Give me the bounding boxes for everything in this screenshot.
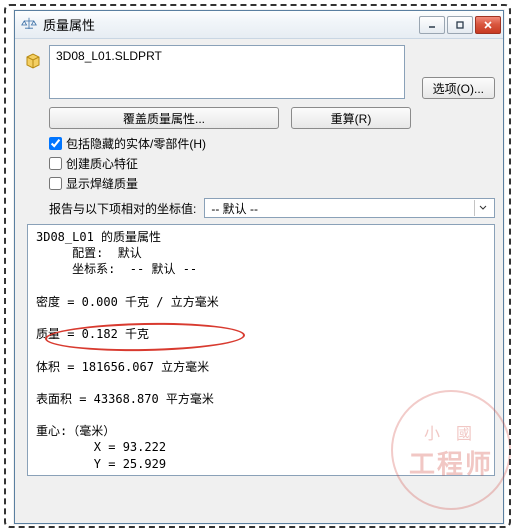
out-config: 配置: 默认 bbox=[36, 246, 142, 260]
show-weld-label: 显示焊缝质量 bbox=[66, 175, 138, 192]
maximize-button[interactable] bbox=[447, 16, 473, 34]
create-com-label: 创建质心特征 bbox=[66, 155, 138, 172]
balance-scale-icon bbox=[21, 17, 37, 33]
out-volume: 体积 = 181656.067 立方毫米 bbox=[36, 360, 209, 374]
out-cy: Y = 25.929 bbox=[36, 457, 166, 471]
selected-file-name: 3D08_L01.SLDPRT bbox=[56, 49, 162, 63]
include-hidden-checkbox-row[interactable]: 包括隐藏的实体/零部件(H) bbox=[49, 135, 495, 152]
recalculate-button[interactable]: 重算(R) bbox=[291, 107, 411, 129]
include-hidden-checkbox[interactable] bbox=[49, 137, 62, 150]
coord-system-dropdown[interactable]: -- 默认 -- bbox=[204, 198, 495, 218]
include-hidden-label: 包括隐藏的实体/零部件(H) bbox=[66, 135, 206, 152]
client-area: 3D08_L01.SLDPRT 选项(O)... 覆盖质量属性... 重算(R)… bbox=[15, 39, 503, 523]
out-surface: 表面积 = 43368.870 平方毫米 bbox=[36, 392, 214, 406]
out-cz: Z = 0.000 bbox=[36, 473, 159, 476]
coord-system-selected: -- 默认 -- bbox=[211, 200, 258, 217]
mass-properties-window: 质量属性 3D08_L01.SLDPRT 选项(O)... 覆盖质量属性... … bbox=[14, 10, 504, 524]
out-centroid-h: 重心:（毫米） bbox=[36, 424, 115, 438]
show-weld-checkbox[interactable] bbox=[49, 177, 62, 190]
create-com-checkbox[interactable] bbox=[49, 157, 62, 170]
out-header: 3D08_L01 的质量属性 bbox=[36, 230, 161, 244]
close-button[interactable] bbox=[475, 16, 501, 34]
override-mass-props-button[interactable]: 覆盖质量属性... bbox=[49, 107, 279, 129]
out-coordsys: 坐标系: -- 默认 -- bbox=[36, 262, 197, 276]
part-file-icon bbox=[23, 51, 43, 71]
options-button[interactable]: 选项(O)... bbox=[422, 77, 495, 99]
window-title: 质量属性 bbox=[43, 15, 419, 34]
coord-system-label: 报告与以下项相对的坐标值: bbox=[49, 200, 196, 217]
selected-items-list[interactable]: 3D08_L01.SLDPRT bbox=[49, 45, 405, 99]
titlebar: 质量属性 bbox=[15, 11, 503, 39]
out-density: 密度 = 0.000 千克 / 立方毫米 bbox=[36, 295, 219, 309]
out-cx: X = 93.222 bbox=[36, 440, 166, 454]
minimize-button[interactable] bbox=[419, 16, 445, 34]
show-weld-checkbox-row[interactable]: 显示焊缝质量 bbox=[49, 175, 495, 192]
out-mass: 质量 = 0.182 千克 bbox=[36, 327, 149, 341]
chevron-down-icon bbox=[474, 200, 490, 216]
results-textbox[interactable]: 3D08_L01 的质量属性 配置: 默认 坐标系: -- 默认 -- 密度 =… bbox=[27, 224, 495, 476]
create-com-checkbox-row[interactable]: 创建质心特征 bbox=[49, 155, 495, 172]
